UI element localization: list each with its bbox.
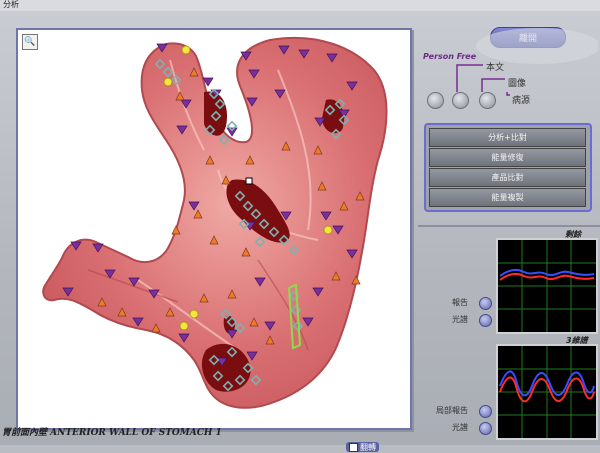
spectrum-button-2[interactable] (479, 422, 492, 435)
analyze-compare-button[interactable]: 分析+比對 (429, 128, 586, 147)
spectrum-label-1: 光譜 (452, 315, 468, 324)
product-compare-button[interactable]: 產品比對 (429, 168, 586, 187)
report-button[interactable] (479, 297, 492, 310)
option-source-label: 病源 (512, 96, 531, 106)
marker-hexagon (323, 225, 333, 235)
image-panel: 🔍 翻轉 (16, 28, 412, 452)
graph1-canvas (498, 240, 596, 332)
radio-text[interactable] (427, 92, 444, 109)
marker-hexagon (189, 309, 199, 319)
option-image-label: 圖像 (508, 79, 527, 89)
selection-marker (245, 177, 253, 185)
report-label: 報告 (452, 298, 468, 307)
energy-copy-button[interactable]: 能量複製 (429, 188, 586, 207)
image-caption: 胃前面內壁 ANTERIOR WALL OF STOMACH 1 (2, 428, 222, 438)
energy-repair-button[interactable]: 能量修復 (429, 148, 586, 167)
option-text-label: 本文 (486, 63, 505, 73)
graph2-canvas (498, 346, 596, 438)
stomach-illustration (42, 36, 388, 409)
rotate-checkbox[interactable]: 翻轉 (346, 442, 379, 452)
function-button-group: 分析+比對 能量修復 產品比對 能量複製 (424, 123, 592, 212)
local-report-button[interactable] (479, 405, 492, 418)
marker-hexagon (163, 77, 173, 87)
window-title: 分析 (3, 0, 19, 9)
spectrum-graph-1 (496, 238, 598, 334)
spectrum-button-1[interactable] (479, 314, 492, 327)
spectrum-graph-2 (496, 344, 598, 440)
marker-hexagon (181, 45, 191, 55)
local-report-label: 局部報告 (436, 406, 468, 415)
rotate-label: 翻轉 (360, 442, 376, 452)
checkbox-box[interactable] (349, 442, 358, 452)
section-divider (418, 225, 600, 227)
marker-hexagon (179, 321, 189, 331)
spectrum-label-2: 光譜 (452, 423, 468, 432)
